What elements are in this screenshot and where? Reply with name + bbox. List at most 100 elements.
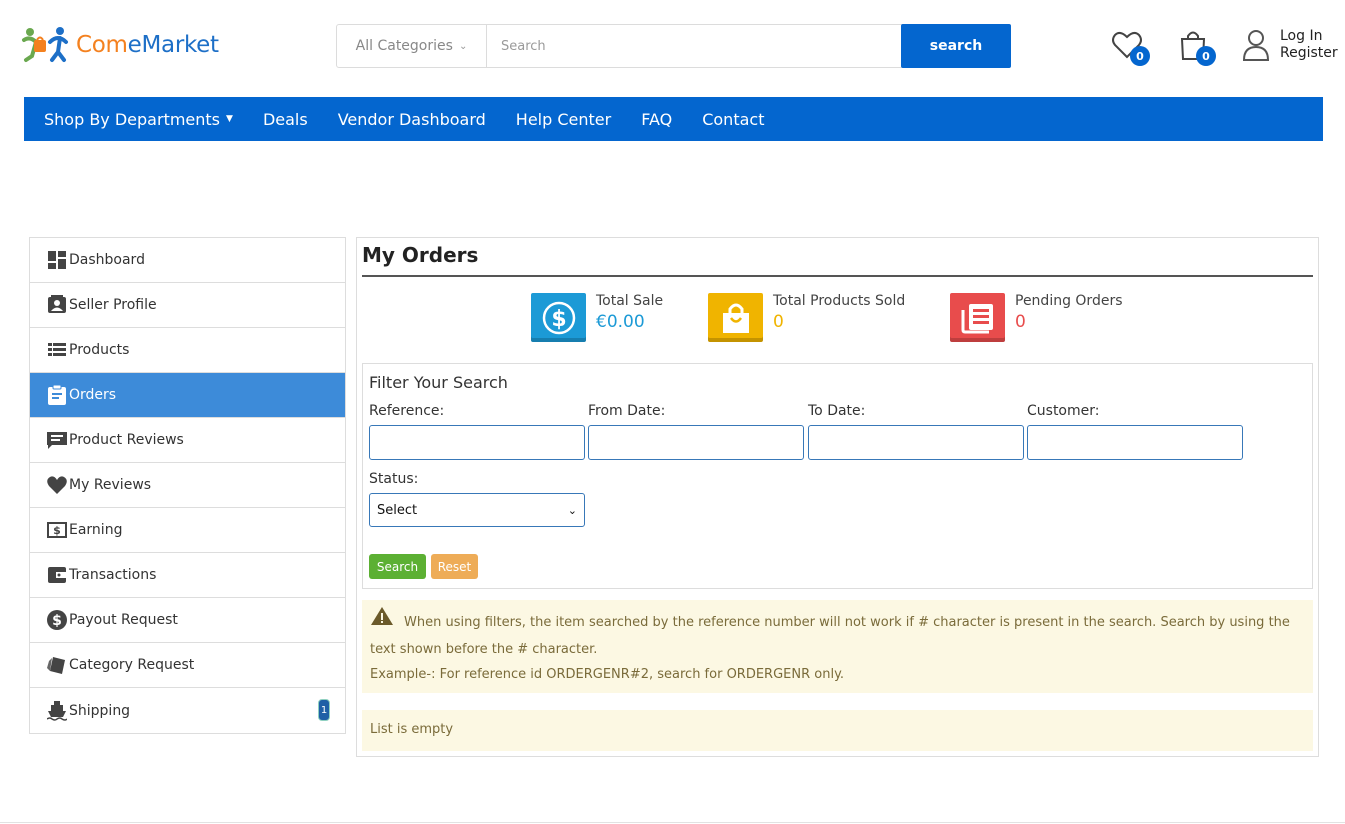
svg-text:$: $ [53, 524, 61, 537]
sidebar-item-products[interactable]: Products [30, 328, 345, 373]
sidebar-item-label: Payout Request [69, 612, 178, 628]
page-title: My Orders [362, 243, 1313, 277]
sidebar-item-label: Category Request [69, 657, 195, 673]
to-date-input[interactable] [808, 425, 1024, 460]
stat-label: Pending Orders [1015, 293, 1123, 309]
wishlist-button[interactable]: 0 [1110, 28, 1150, 66]
comment-icon [46, 429, 68, 451]
user-icon [1242, 30, 1270, 61]
orders-panel: My Orders $ Total Sale €0.00 Total Produ… [356, 237, 1319, 757]
tags-icon [46, 654, 68, 676]
nav-contact[interactable]: Contact [702, 110, 764, 129]
nav-vendor-dashboard[interactable]: Vendor Dashboard [338, 110, 486, 129]
nav-departments-label: Shop By Departments [44, 109, 221, 129]
shipping-count-badge: 1 [318, 699, 330, 721]
search-input[interactable] [487, 25, 901, 67]
dollar-circle-icon: $ [46, 609, 68, 631]
newspaper-icon [950, 293, 1005, 342]
chevron-down-icon: ⌄ [458, 40, 468, 52]
nav-help-center[interactable]: Help Center [516, 110, 611, 129]
filter-panel: Filter Your Search Reference: From Date:… [362, 363, 1313, 589]
svg-text:$: $ [551, 307, 566, 332]
vendor-sidebar: Dashboard Seller Profile Products Orders… [29, 237, 346, 734]
nav-faq[interactable]: FAQ [641, 110, 672, 129]
stat-label: Total Sale [596, 293, 664, 309]
status-select-value: Select [377, 502, 418, 518]
stat-label: Total Products Sold [773, 293, 906, 309]
stat-total-products-sold: Total Products Sold 0 [708, 293, 905, 342]
from-date-label: From Date: [588, 403, 666, 419]
sidebar-item-label: Transactions [69, 567, 157, 583]
main-nav: Shop By Departments ▼ Deals Vendor Dashb… [24, 97, 1323, 141]
sidebar-item-label: Seller Profile [69, 297, 157, 313]
sidebar-item-label: Earning [69, 522, 123, 538]
dashboard-icon [46, 249, 68, 271]
profile-icon [46, 294, 68, 316]
status-select[interactable]: Select ⌄ [369, 493, 585, 527]
sidebar-item-label: Shipping [69, 702, 131, 719]
sidebar-item-label: Dashboard [69, 252, 145, 268]
sidebar-item-label: My Reviews [69, 477, 152, 493]
sidebar-item-earning[interactable]: $ Earning [30, 508, 345, 553]
clipboard-icon [46, 384, 68, 406]
status-label: Status: [369, 471, 419, 487]
cart-count-badge: 0 [1196, 46, 1216, 66]
site-header: ComeMarket All Categories ⌄ search 0 0 L… [0, 0, 1345, 96]
money-icon: $ [46, 519, 68, 541]
customer-label: Customer: [1027, 403, 1100, 419]
sidebar-item-orders[interactable]: Orders [30, 373, 345, 418]
list-icon [46, 339, 68, 361]
sidebar-item-label: Product Reviews [69, 432, 184, 448]
sidebar-item-payout-request[interactable]: $ Payout Request [30, 598, 345, 643]
svg-text:$: $ [52, 613, 62, 629]
sidebar-item-category-request[interactable]: Category Request [30, 643, 345, 688]
caret-down-icon: ▼ [226, 114, 233, 124]
ship-icon [46, 700, 68, 722]
sidebar-item-transactions[interactable]: Transactions [30, 553, 345, 598]
category-select[interactable]: All Categories ⌄ [337, 25, 487, 67]
wallet-icon [46, 564, 68, 586]
to-date-label: To Date: [808, 403, 866, 419]
reference-label: Reference: [369, 403, 445, 419]
sidebar-item-label: Orders [69, 387, 117, 403]
stat-pending-orders: Pending Orders 0 [950, 293, 1123, 342]
brand-part2: eMarket [127, 32, 219, 58]
empty-list-message: List is empty [362, 710, 1313, 751]
account-menu: Log In Register [1242, 28, 1338, 62]
stat-value: 0 [773, 312, 784, 332]
chevron-down-icon: ⌄ [567, 503, 577, 517]
reference-input[interactable] [369, 425, 585, 460]
sidebar-item-my-reviews[interactable]: My Reviews [30, 463, 345, 508]
filter-reset-button[interactable]: Reset [431, 554, 478, 579]
sidebar-item-seller-profile[interactable]: Seller Profile [30, 283, 345, 328]
nav-shop-by-departments[interactable]: Shop By Departments ▼ [44, 110, 233, 129]
cart-button[interactable]: 0 [1176, 28, 1216, 66]
shopping-bag-icon [708, 293, 763, 342]
warning-icon [370, 606, 394, 636]
search-bar: All Categories ⌄ search [336, 24, 1011, 68]
sidebar-item-dashboard[interactable]: Dashboard [30, 238, 345, 283]
site-logo[interactable]: ComeMarket [20, 26, 219, 64]
sidebar-item-label: Products [69, 342, 130, 358]
sidebar-item-product-reviews[interactable]: Product Reviews [30, 418, 345, 463]
warning-text: When using filters, the item searched by… [370, 615, 1290, 657]
filter-search-button[interactable]: Search [369, 554, 426, 579]
stat-value: 0 [1015, 312, 1026, 332]
brand-part1: Com [76, 32, 128, 58]
footer-divider [0, 822, 1345, 823]
filter-title: Filter Your Search [369, 373, 508, 392]
customer-input[interactable] [1027, 425, 1243, 460]
stat-total-sale: $ Total Sale €0.00 [531, 293, 663, 342]
wishlist-count-badge: 0 [1130, 46, 1150, 66]
stat-value: €0.00 [596, 312, 645, 332]
warning-example: Example-: For reference id ORDERGENR#2, … [370, 667, 845, 682]
nav-deals[interactable]: Deals [263, 110, 308, 129]
from-date-input[interactable] [588, 425, 804, 460]
category-select-label: All Categories [355, 38, 453, 54]
dollar-icon: $ [531, 293, 586, 342]
search-button[interactable]: search [901, 24, 1011, 68]
login-link[interactable]: Log In [1280, 28, 1338, 45]
sidebar-item-shipping[interactable]: Shipping 1 [30, 688, 345, 733]
heart-icon [46, 474, 68, 496]
register-link[interactable]: Register [1280, 45, 1338, 62]
